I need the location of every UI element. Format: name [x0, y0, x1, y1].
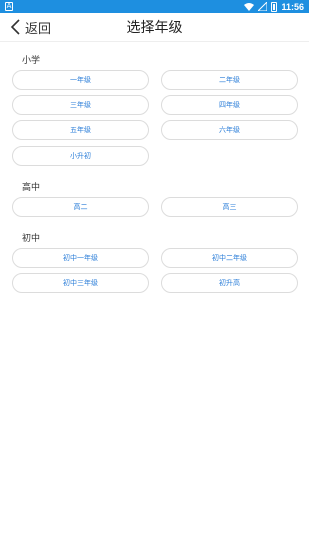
grade-button-junior-to-senior[interactable]: 初升高: [161, 273, 298, 293]
grade-button-senior-2[interactable]: 高二: [12, 197, 149, 217]
section-title-middle-school: 初中: [22, 234, 41, 244]
cell-signal-icon: [258, 2, 268, 11]
status-time: 11:56: [281, 1, 304, 12]
grade-button-grade-4[interactable]: 四年级: [161, 95, 298, 115]
status-bar: A 11:56: [0, 0, 309, 13]
battery-icon: [271, 1, 278, 12]
grade-button-grade-3[interactable]: 三年级: [12, 95, 149, 115]
grade-button-junior-2[interactable]: 初中二年级: [161, 248, 298, 268]
grade-button-junior-3[interactable]: 初中三年级: [12, 273, 149, 293]
wifi-icon: [244, 2, 255, 11]
grade-button-grade-1[interactable]: 一年级: [12, 70, 149, 90]
grade-button-grade-6[interactable]: 六年级: [161, 120, 298, 140]
page-title: 选择年级: [126, 20, 183, 36]
grade-button-primary-to-middle[interactable]: 小升初: [12, 146, 149, 166]
section-title-primary: 小学: [22, 56, 41, 66]
grade-button-grade-5[interactable]: 五年级: [12, 120, 149, 140]
grade-button-grade-2[interactable]: 二年级: [161, 70, 298, 90]
header-bar: 返回 选择年级: [0, 13, 309, 42]
grade-button-senior-3[interactable]: 高三: [161, 197, 298, 217]
grade-button-junior-1[interactable]: 初中一年级: [12, 248, 149, 268]
section-title-high-school: 高中: [22, 183, 41, 193]
app-notification-icon: A: [5, 2, 13, 11]
